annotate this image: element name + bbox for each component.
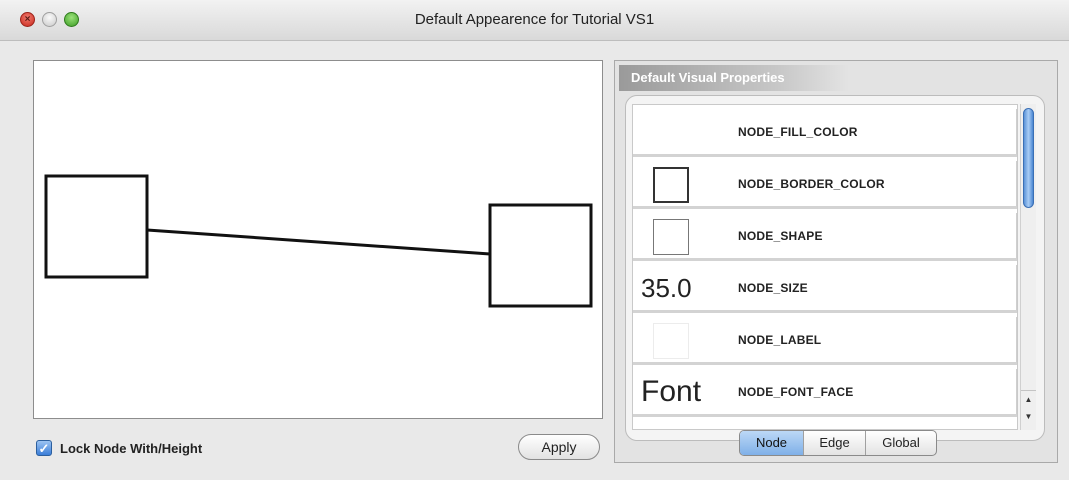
lock-size-label: Lock Node With/Height <box>60 441 203 456</box>
property-row-node-size[interactable]: 35.0 NODE_SIZE <box>633 265 1017 313</box>
properties-list: NODE_FILL_COLOR NODE_BORDER_COLOR NODE_SHA… <box>632 104 1018 430</box>
properties-scrollbar[interactable]: ▲ ▼ <box>1020 104 1036 430</box>
tab-global[interactable]: Global <box>866 431 936 455</box>
property-label: NODE_LABEL <box>738 333 822 347</box>
scrollbar-thumb[interactable] <box>1023 108 1034 208</box>
window-title: Default Appearence for Tutorial VS1 <box>414 11 655 28</box>
network-preview-graph <box>44 174 593 308</box>
lock-size-checkbox[interactable]: ✓ <box>36 440 52 456</box>
panel-title: Default Visual Properties <box>631 70 785 85</box>
scroll-arrows: ▲ ▼ <box>1021 390 1036 427</box>
property-type-tabs: Node Edge Global <box>739 430 937 456</box>
property-label: NODE_SIZE <box>738 281 808 295</box>
property-label: NODE_FONT_FACE <box>738 385 854 399</box>
scroll-down-icon[interactable]: ▼ <box>1021 409 1036 425</box>
title-bar: × Default Appearence for Tutorial VS1 <box>0 0 1069 41</box>
property-row-node-fill-color[interactable]: NODE_FILL_COLOR <box>633 109 1017 157</box>
graph-node-left[interactable] <box>44 174 149 279</box>
property-row-node-font-face[interactable]: Font NODE_FONT_FACE <box>633 369 1017 417</box>
property-label: NODE_BORDER_COLOR <box>738 177 885 191</box>
visual-properties-panel: Default Visual Properties NODE_FILL_COLO… <box>614 60 1058 463</box>
property-swatch-text: 35.0 <box>641 273 692 303</box>
property-swatch <box>653 219 689 255</box>
property-swatch <box>653 167 689 203</box>
property-swatch <box>653 323 689 359</box>
tab-node[interactable]: Node <box>740 431 804 455</box>
apply-button[interactable]: Apply <box>518 434 600 460</box>
property-row-node-border-color[interactable]: NODE_BORDER_COLOR <box>633 161 1017 209</box>
property-row-node-label[interactable]: NODE_LABEL <box>633 317 1017 365</box>
tab-edge[interactable]: Edge <box>804 431 866 455</box>
panel-header: Default Visual Properties <box>619 65 849 91</box>
property-label: NODE_FILL_COLOR <box>738 125 858 139</box>
property-row-node-shape[interactable]: NODE_SHAPE <box>633 213 1017 261</box>
graph-node-right[interactable] <box>488 203 593 308</box>
network-preview-canvas[interactable] <box>33 60 603 419</box>
scroll-up-icon[interactable]: ▲ <box>1021 392 1036 408</box>
property-label: NODE_SHAPE <box>738 229 823 243</box>
properties-list-frame: NODE_FILL_COLOR NODE_BORDER_COLOR NODE_SHA… <box>625 95 1045 441</box>
dialog-window: × Default Appearence for Tutorial VS1 ✓ … <box>0 0 1069 480</box>
property-swatch-text: Font <box>641 375 702 408</box>
graph-edge[interactable] <box>146 228 491 256</box>
